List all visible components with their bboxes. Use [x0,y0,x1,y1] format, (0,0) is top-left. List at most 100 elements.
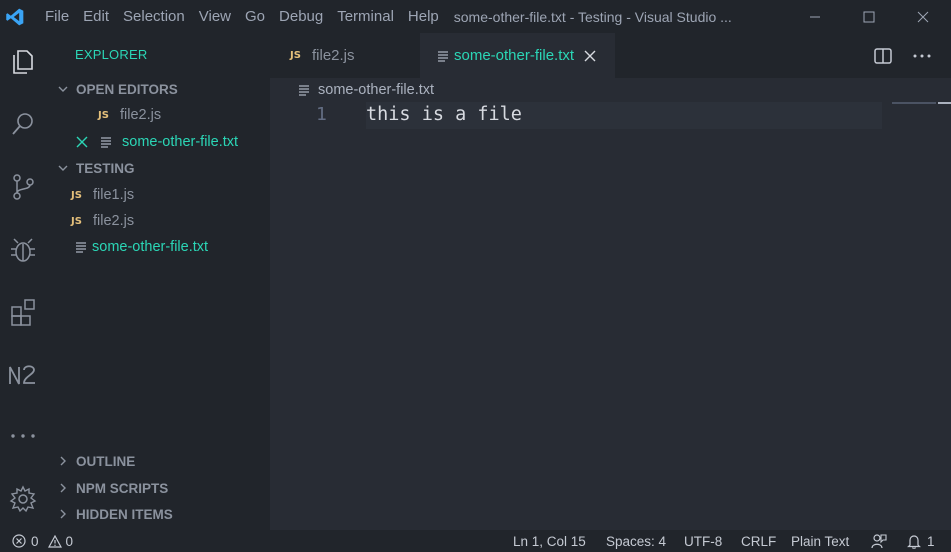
feedback-icon [871,534,887,549]
editor-area: JS file2.js some-other-file.txt some-oth… [270,33,951,530]
n2-activity[interactable] [0,352,46,398]
warning-count: 0 [65,533,74,549]
menu-go[interactable]: Go [238,0,272,33]
tab-some-other-file[interactable]: some-other-file.txt [420,33,615,78]
notification-count: 1 [927,533,935,549]
js-file-icon: JS [71,215,82,227]
tab-label: some-other-file.txt [454,47,575,64]
testing-folder-header[interactable]: TESTING [58,157,135,179]
extensions-icon [11,299,35,326]
open-editor-label: some-other-file.txt [122,134,239,150]
open-editor-item-active[interactable]: some-other-file.txt [76,130,238,154]
explorer-activity[interactable] [0,39,46,85]
file-tree-label: file2.js [93,213,135,229]
menu-edit[interactable]: Edit [76,0,116,33]
minimize-button[interactable] [792,0,838,33]
status-bar: 0 0 Ln 1, Col 15 Spaces: 4 UTF-8 CRLF Pl… [0,530,951,552]
tab-file2-js[interactable]: JS file2.js [270,33,420,78]
chevron-right-icon [58,456,76,466]
more-actions-button[interactable] [907,33,937,78]
menu-help[interactable]: Help [401,0,446,33]
text-file-icon [437,50,454,62]
indentation-status[interactable]: Spaces: 4 [606,530,666,552]
open-editors-header[interactable]: OPEN EDITORS [58,78,178,100]
menu-selection[interactable]: Selection [116,0,192,33]
source-control-icon [13,174,34,200]
close-tab-icon[interactable] [584,50,596,62]
hidden-items-label: HIDDEN ITEMS [76,506,173,522]
file-tree-label: some-other-file.txt [92,239,209,255]
close-editor-icon[interactable] [76,136,100,148]
search-activity[interactable] [0,101,46,147]
close-window-button[interactable] [900,0,946,33]
outline-label: OUTLINE [76,453,136,469]
open-editor-label: file2.js [120,107,162,123]
tab-label: file2.js [312,47,355,64]
text-file-icon [298,84,318,96]
error-count: 0 [31,533,39,549]
maximize-icon [863,11,875,22]
minimap[interactable] [892,102,936,104]
split-editor-icon [874,47,892,64]
hidden-items-header[interactable]: HIDDEN ITEMS [58,503,173,525]
breadcrumb[interactable]: some-other-file.txt [298,79,434,101]
problems-status[interactable]: 0 0 [12,530,73,552]
editor-tab-bar: JS file2.js some-other-file.txt [270,33,951,78]
n2-icon [9,365,35,385]
encoding-status[interactable]: UTF-8 [684,530,722,552]
outline-header[interactable]: OUTLINE [58,450,135,472]
npm-scripts-label: NPM SCRIPTS [76,480,169,496]
js-file-icon: JS [71,189,82,201]
text-file-icon [75,241,92,253]
bell-icon [907,534,921,549]
language-mode-status[interactable]: Plain Text [791,530,849,552]
npm-scripts-header[interactable]: NPM SCRIPTS [58,477,168,499]
js-file-icon: JS [290,50,301,61]
title-bar: File Edit Selection View Go Debug Termin… [0,0,951,33]
debug-activity[interactable] [0,227,46,273]
search-icon [12,113,33,135]
js-file-icon: JS [98,109,109,121]
cursor-position-status[interactable]: Ln 1, Col 15 [513,530,586,552]
text-file-icon [100,136,122,148]
open-editor-item[interactable]: JS file2.js [98,103,161,127]
chevron-down-icon [58,84,76,94]
settings-gear-icon [9,485,37,513]
vscode-logo-icon [0,0,30,33]
code-line[interactable]: this is a file [366,104,522,125]
close-icon [917,11,929,22]
error-icon [12,534,26,548]
file-tree-item[interactable]: JS file2.js [71,209,134,233]
files-icon [13,50,33,74]
source-control-activity[interactable] [0,164,46,210]
chevron-down-icon [58,163,76,173]
eol-status[interactable]: CRLF [741,530,776,552]
open-editors-label: OPEN EDITORS [76,81,178,97]
line-number: 1 [316,104,327,125]
settings-activity[interactable] [0,476,46,522]
explorer-sidebar: EXPLORER OPEN EDITORS JS file2.js some-o… [46,33,270,530]
split-editor-button[interactable] [870,33,896,78]
warning-icon [47,534,62,548]
more-activity[interactable] [0,413,46,459]
minimize-icon [810,16,820,17]
maximize-button[interactable] [846,0,892,33]
notifications-status[interactable]: 1 [907,530,935,552]
testing-folder-label: TESTING [76,160,135,176]
menu-bar: File Edit Selection View Go Debug Termin… [38,0,446,33]
debug-icon [11,238,35,262]
file-tree-item-active[interactable]: some-other-file.txt [75,235,208,259]
scrollbar-cursor-marker[interactable] [938,102,951,104]
feedback-button[interactable] [871,530,887,552]
menu-view[interactable]: View [192,0,238,33]
activity-bar [0,33,46,530]
extensions-activity[interactable] [0,289,46,335]
menu-file[interactable]: File [38,0,76,33]
more-icon [11,434,35,438]
file-tree-item[interactable]: JS file1.js [71,183,134,207]
more-icon [913,54,931,57]
window-title: some-other-file.txt - Testing - Visual S… [453,8,732,25]
menu-debug[interactable]: Debug [272,0,330,33]
menu-terminal[interactable]: Terminal [330,0,401,33]
chevron-right-icon [58,509,76,519]
